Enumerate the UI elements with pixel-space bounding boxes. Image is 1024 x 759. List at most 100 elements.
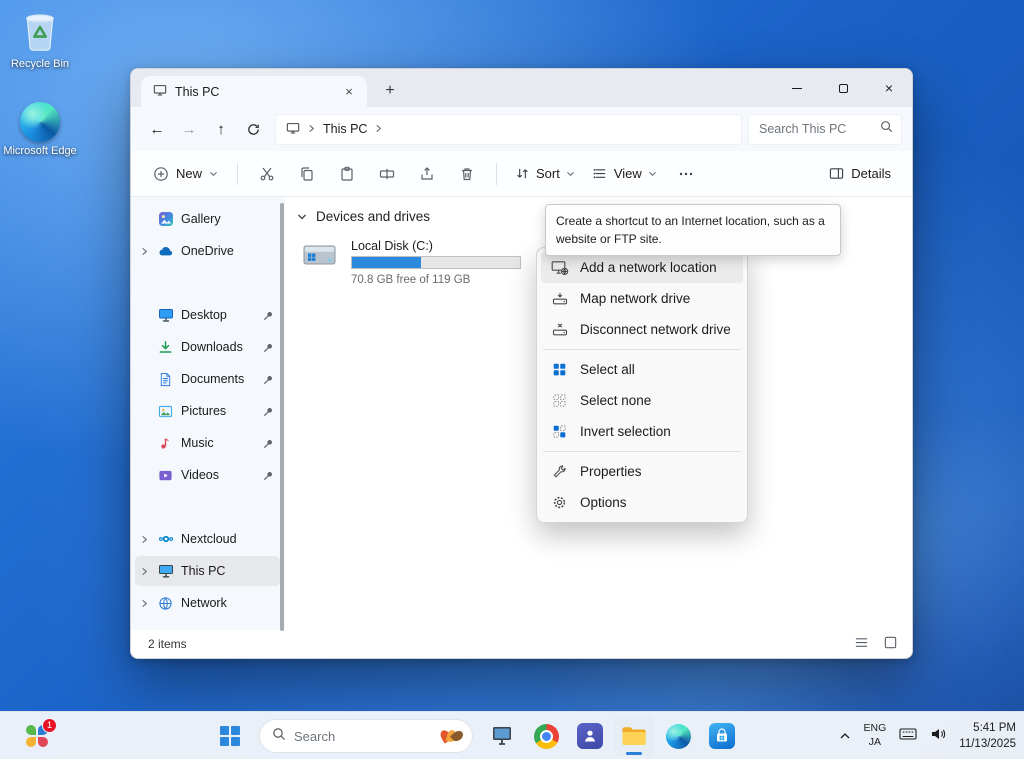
sidebar-item-documents[interactable]: Documents [135, 364, 280, 394]
details-button[interactable]: Details [820, 157, 900, 191]
taskbar-search-box[interactable] [259, 719, 473, 753]
view-icon [593, 166, 608, 181]
details-pane-icon [829, 166, 844, 181]
sidebar-item-label: Network [181, 596, 274, 610]
taskbar-app-file-explorer[interactable] [614, 716, 654, 756]
nextcloud-icon [157, 531, 174, 548]
minimize-button[interactable] [774, 69, 820, 107]
new-button[interactable]: New [143, 157, 228, 191]
sidebar-group-gap [135, 268, 280, 300]
chrome-icon [534, 724, 559, 749]
chevron-down-icon [297, 213, 307, 221]
notification-badge: 1 [42, 718, 57, 733]
menu-item-label: Select all [580, 362, 635, 377]
sidebar-scrollbar[interactable] [280, 203, 284, 631]
share-button[interactable] [407, 157, 447, 191]
view-label: View [614, 166, 642, 181]
drive-local-disk-c[interactable]: Local Disk (C:) 70.8 GB free of 119 GB [301, 239, 563, 286]
tab-this-pc[interactable]: This PC × [141, 76, 367, 107]
taskbar-search-input[interactable] [294, 729, 433, 744]
explorer-search-input[interactable] [759, 122, 874, 136]
system-tray: ENG JA 5:41 PM 11/13/2025 [839, 712, 1016, 759]
menu-item-options[interactable]: Options [541, 487, 743, 518]
disconnect-drive-icon [550, 321, 569, 338]
desktop-icon-microsoft-edge[interactable]: Microsoft Edge [2, 102, 78, 157]
chevron-right-icon[interactable] [138, 567, 150, 576]
desktop-icon-label: Microsoft Edge [3, 145, 76, 157]
up-button[interactable]: ↑ [205, 113, 237, 145]
menu-item-label: Map network drive [580, 291, 690, 306]
menu-item-select-all[interactable]: Select all [541, 354, 743, 385]
details-view-toggle[interactable] [854, 635, 869, 653]
close-button[interactable]: × [866, 69, 912, 107]
cut-button[interactable] [247, 157, 287, 191]
menu-item-disconnect-network-drive[interactable]: Disconnect network drive [541, 314, 743, 345]
music-icon [157, 435, 174, 452]
command-bar: New [131, 151, 912, 197]
file-explorer-window: This PC × + × ← → ↑ [130, 68, 913, 659]
recycle-bin-icon [19, 8, 61, 55]
taskbar-app-edge[interactable] [658, 716, 698, 756]
tab-close-icon[interactable]: × [339, 82, 359, 102]
gear-icon [550, 494, 569, 511]
menu-item-map-network-drive[interactable]: Map network drive [541, 283, 743, 314]
chevron-right-icon[interactable] [138, 535, 150, 544]
delete-button[interactable] [447, 157, 487, 191]
view-button[interactable]: View [584, 157, 666, 191]
sidebar-item-this-pc[interactable]: This PC [135, 556, 280, 586]
sidebar-item-network[interactable]: Network [135, 588, 280, 618]
address-bar[interactable]: This PC [275, 114, 742, 145]
menu-separator [543, 349, 741, 350]
touch-keyboard-icon[interactable] [899, 727, 917, 746]
back-button[interactable]: ← [141, 113, 173, 145]
hard-drive-icon [301, 239, 341, 276]
more-options-button[interactable] [666, 157, 706, 191]
menu-item-invert-selection[interactable]: Invert selection [541, 416, 743, 447]
sidebar-item-pictures[interactable]: Pictures [135, 396, 280, 426]
paste-button[interactable] [327, 157, 367, 191]
pin-icon [263, 438, 274, 449]
new-tab-button[interactable]: + [375, 76, 405, 106]
sidebar-item-music[interactable]: Music [135, 428, 280, 458]
taskbar-app-store[interactable] [702, 716, 742, 756]
volume-icon[interactable] [930, 727, 946, 746]
start-button[interactable] [210, 716, 250, 756]
menu-item-label: Select none [580, 393, 651, 408]
taskbar-app-desktop[interactable] [482, 716, 522, 756]
large-icons-view-toggle[interactable] [883, 635, 898, 653]
chevron-right-icon[interactable] [138, 599, 150, 608]
explorer-search-box[interactable] [748, 114, 902, 145]
breadcrumb-this-pc[interactable]: This PC [323, 122, 367, 136]
menu-item-add-network-location[interactable]: Add a network location [541, 252, 743, 283]
maximize-button[interactable] [820, 69, 866, 107]
refresh-button[interactable] [237, 113, 269, 145]
hidden-icons-chevron[interactable] [839, 727, 851, 745]
copy-button[interactable] [287, 157, 327, 191]
rename-button[interactable] [367, 157, 407, 191]
taskbar-app-chrome[interactable] [526, 716, 566, 756]
taskbar-app-teams[interactable] [570, 716, 610, 756]
menu-item-select-none[interactable]: Select none [541, 385, 743, 416]
forward-button[interactable]: → [173, 113, 205, 145]
widgets-icon: 1 [25, 724, 49, 748]
chevron-right-icon[interactable] [138, 247, 150, 256]
sidebar-item-nextcloud[interactable]: Nextcloud [135, 524, 280, 554]
widgets-button[interactable]: 1 [12, 717, 62, 755]
clock[interactable]: 5:41 PM 11/13/2025 [959, 720, 1016, 752]
language-line2: JA [864, 736, 887, 750]
menu-item-properties[interactable]: Properties [541, 456, 743, 487]
desktop-icon-recycle-bin[interactable]: Recycle Bin [2, 8, 78, 70]
sidebar-item-label: Videos [181, 468, 256, 482]
sidebar-item-gallery[interactable]: Gallery [135, 204, 280, 234]
sidebar-item-onedrive[interactable]: OneDrive [135, 236, 280, 266]
language-indicator[interactable]: ENG JA [864, 722, 887, 749]
sort-button[interactable]: Sort [506, 157, 584, 191]
pin-icon [263, 310, 274, 321]
toolbar-divider [237, 163, 238, 185]
menu-item-label: Options [580, 495, 627, 510]
sidebar-item-videos[interactable]: Videos [135, 460, 280, 490]
sidebar-item-downloads[interactable]: Downloads [135, 332, 280, 362]
sidebar-item-desktop[interactable]: Desktop [135, 300, 280, 330]
edge-icon [666, 724, 691, 749]
chevron-down-icon [209, 170, 218, 177]
